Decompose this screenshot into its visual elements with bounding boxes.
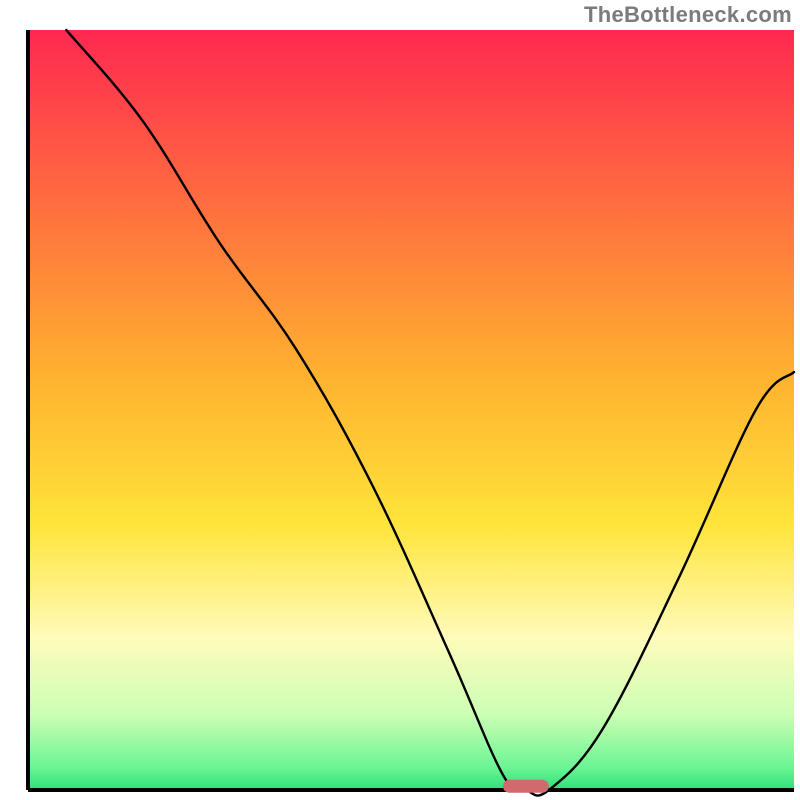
bottleneck-chart [0, 0, 800, 800]
watermark-text: TheBottleneck.com [584, 2, 792, 28]
optimal-marker [503, 780, 549, 793]
chart-container: TheBottleneck.com [0, 0, 800, 800]
